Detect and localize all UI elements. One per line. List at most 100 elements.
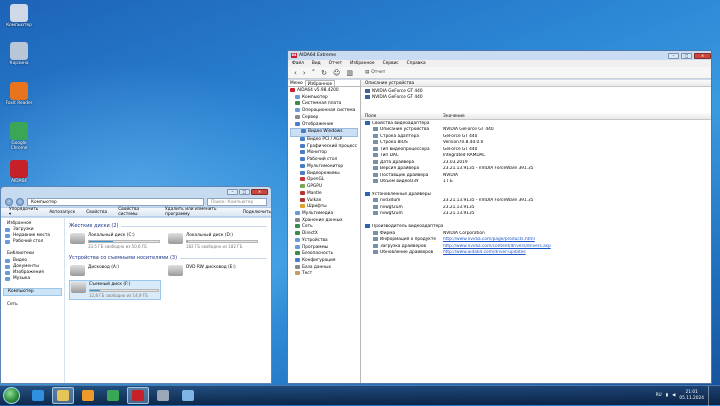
menu-item-2[interactable]: Отчет [329,60,343,67]
explorer-titlebar[interactable]: – □ ✕ [1,187,271,196]
devices-header-label: Описание устройства [365,81,415,86]
nav-item[interactable]: Компьютер [3,288,62,297]
desktop-icon-computer[interactable]: Компьютер [4,4,34,28]
desktop-icon-foxit-reader[interactable]: Foxit Reader [4,82,34,106]
taskbar-media[interactable] [77,387,99,404]
aida64-titlebar[interactable]: 64 AIDA64 Extreme – □ ✕ [288,51,711,60]
drive-item[interactable]: Съемный диск (F:) 12,8 ГБ свободно из 14,… [69,280,161,300]
tree-item[interactable]: Хранение данных [290,217,358,225]
property-field-label: Строка адаптера [380,133,420,139]
start-button[interactable] [3,387,20,404]
user-icon[interactable]: ☺ [333,69,340,77]
tree-item[interactable]: Операционная система [290,108,358,115]
tree-item[interactable]: GPGPU [290,184,358,191]
back-icon[interactable]: ‹ [5,197,13,206]
menu-item-1[interactable]: Вид [312,60,321,67]
minimize-button[interactable]: – [227,188,238,195]
device-row[interactable]: NVIDIA GeForce GT 440 [365,95,707,101]
tree-item[interactable]: Рабочий стол [290,157,358,164]
hdd-group-header[interactable]: Жесткие диски (2) [69,223,267,229]
up-arrow-icon[interactable]: ˄ [312,69,316,77]
show-desktop-button[interactable] [708,385,714,406]
removable-group-header[interactable]: Устройства со съемными носителями (3) [69,255,267,261]
address-bar[interactable]: Компьютер [27,197,204,206]
col-value[interactable]: Значение [443,113,465,119]
tree-item[interactable]: Видео Windows [290,128,358,138]
tree-item[interactable]: OpenGL [290,177,358,184]
back-arrow-icon[interactable]: ‹ [294,69,297,77]
desktop-icon-label: Корзина [9,61,29,66]
menu-item-5[interactable]: Справка [407,60,426,67]
property-row[interactable]: nvwgf2um 23.21.13.9135 [365,211,707,217]
aida-close-button[interactable]: ✕ [694,52,711,59]
drive-usage-bar [89,288,159,292]
tree-item[interactable]: AIDA64 v5.98.4200 [290,88,358,95]
network-icon[interactable]: ▮ [666,393,668,398]
menu-item-0[interactable]: Файл [292,60,304,67]
tree-item[interactable]: Мультимедиа [290,210,358,218]
taskbar-explorer[interactable] [52,387,74,404]
tree-item-icon [300,170,305,175]
tree-item[interactable]: Видеорежимы [290,170,358,178]
drive-info: Локальный диск (C:) 33,5 ГБ свободно из 5… [88,233,160,249]
forward-arrow-icon[interactable]: › [303,69,306,77]
menu-item-4[interactable]: Сервис [383,60,399,67]
tree-item[interactable]: Видео PCI / AGP [290,137,358,144]
forward-icon[interactable]: › [16,197,24,206]
drive-info: Съемный диск (F:) 12,8 ГБ свободно из 14,… [89,282,159,298]
command-3[interactable]: Свойства системы [118,207,154,217]
drive-item[interactable]: DVD RW дисковод (E:) [167,264,259,277]
property-link[interactable]: http://www.aida64.com/driver-updates [443,250,707,256]
command-2[interactable]: Свойства [86,210,107,215]
tree-item-icon [295,257,300,262]
chart-icon[interactable]: ▥ [346,69,353,77]
desktop-icon-chrome[interactable]: Google Chrome [4,122,34,151]
col-field[interactable]: Поле [365,113,443,119]
language-indicator[interactable]: RU [656,393,662,398]
tree-item[interactable]: Mantle [290,190,358,198]
search-input[interactable]: Поиск: Компьютер [207,197,267,206]
tree-item[interactable]: Сеть [290,224,358,231]
tree-item[interactable]: DirectX [290,231,358,238]
refresh-icon[interactable]: ↻ [321,69,327,77]
explorer-window[interactable]: – □ ✕ ‹ › Компьютер Поиск: Компьютер Упо… [0,186,272,384]
drive-item[interactable]: Локальный диск (D:) 182 ГБ свободно из 18… [167,232,259,250]
desktop-icon-aida64[interactable]: AIDA64 [4,160,34,184]
tree-item[interactable]: Устройства [290,237,358,245]
aida64-window[interactable]: 64 AIDA64 Extreme – □ ✕ Файл Вид Отчет Избр… [287,50,712,384]
volume-icon[interactable]: ◀ [672,393,675,398]
command-1[interactable]: Автозапуск [49,210,75,215]
tree-item[interactable]: Конфигурация [290,257,358,265]
aida-minimize-button[interactable]: – [668,52,679,59]
taskbar-aida64[interactable] [127,387,149,404]
tree-item[interactable]: Сервер [290,114,358,122]
tree-item[interactable]: База данных [290,264,358,272]
command-5[interactable]: Подключить [243,210,271,215]
taskbar-ie[interactable] [27,387,49,404]
tree-item[interactable]: Отображение [290,121,358,129]
nav-item-label: Видео [13,257,27,263]
report-button[interactable]: ▤ Отчет [365,70,385,75]
property-row[interactable]: Объем видеоОЗУ 1 ГБ [365,179,707,185]
tree-item[interactable]: Тест [290,271,358,278]
drive-item[interactable]: Локальный диск (C:) 33,5 ГБ свободно из 5… [69,232,161,250]
drive-item[interactable]: Дисковод (A:) [69,264,161,277]
command-4[interactable]: Удалить или изменить программу [165,207,232,217]
menu-item-3[interactable]: Избранное [350,60,374,67]
desktop-icon-recycle-bin[interactable]: Корзина [4,42,34,66]
tree-tab-1[interactable]: Избранное [304,80,336,87]
property-row[interactable]: Обновление драйверов http://www.aida64.co… [365,250,707,256]
tree-item[interactable]: Шрифты [290,204,358,211]
nav-item[interactable]: Сеть [3,302,62,308]
aida-maximize-button[interactable]: □ [681,52,692,59]
tree-item[interactable]: Мультимонитор [290,163,358,171]
tree-item[interactable]: Безопасность [290,251,358,258]
command-0[interactable]: Упорядочить ▾ [9,207,38,217]
close-button[interactable]: ✕ [251,188,268,195]
maximize-button[interactable]: □ [239,188,250,195]
taskbar-chrome[interactable] [102,387,124,404]
taskbar-tool[interactable] [152,387,174,404]
tree-tab-0[interactable]: Меню [288,80,305,86]
taskbar-paint[interactable] [177,387,199,404]
clock[interactable]: 21:01 05.11.2024 [679,390,704,401]
